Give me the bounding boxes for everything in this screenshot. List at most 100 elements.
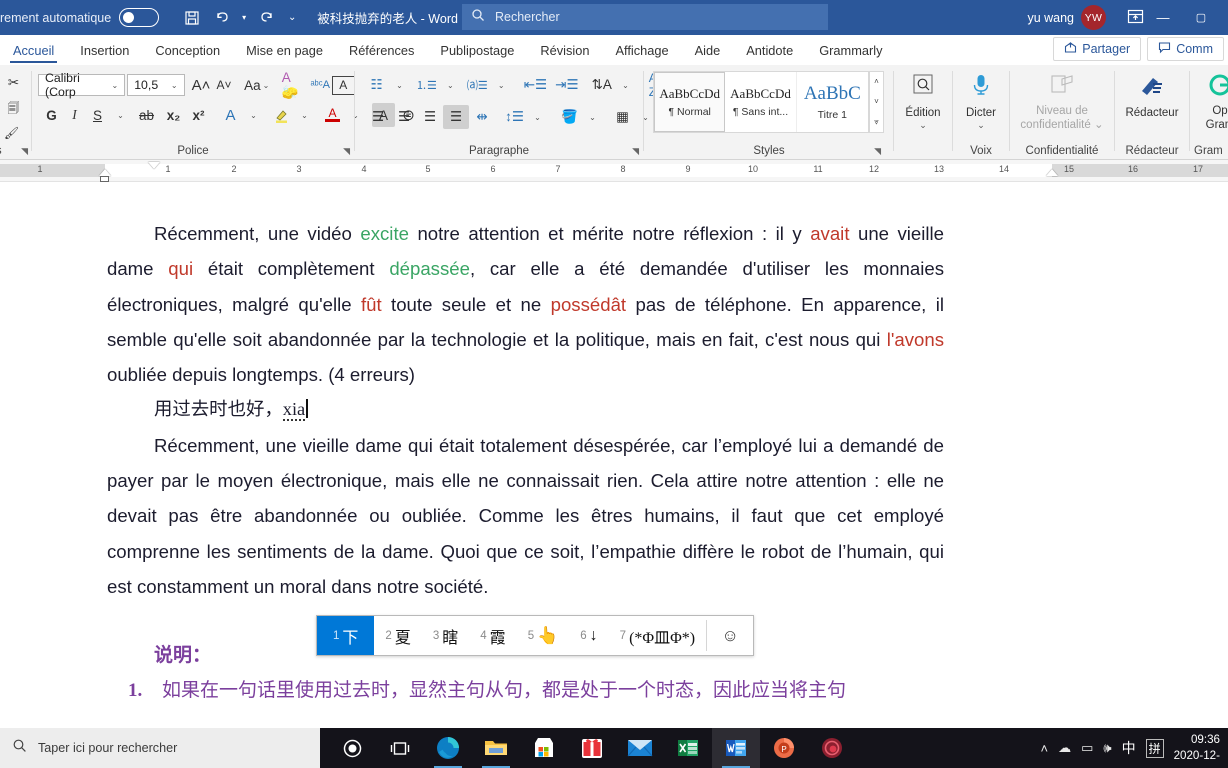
scroll-up-icon[interactable]: ˄	[874, 77, 879, 86]
copy-icon[interactable]: 🗐	[2, 97, 25, 121]
more-styles-icon[interactable]: ⩔	[874, 117, 879, 127]
increase-indent-icon[interactable]: ⇥☰	[553, 73, 580, 97]
text-effects-chevron-down-icon[interactable]: ⌄	[242, 103, 265, 127]
task-view-icon[interactable]	[376, 728, 424, 768]
ime-candidate-2[interactable]: 2 夏	[374, 616, 421, 655]
bold-button[interactable]: G	[40, 103, 63, 127]
dictate-button[interactable]: Dicter ⌄	[953, 73, 1009, 132]
paragraph-french-2[interactable]: Récemment, une vieille dame qui était to…	[0, 428, 1052, 604]
numbered-list-icon[interactable]: ⒈☰	[414, 73, 439, 97]
multilevel-list-icon[interactable]: ⒜☰	[465, 73, 490, 97]
tab-conception[interactable]: Conception	[142, 35, 233, 65]
phonetic-guide-icon[interactable]: ᵃᵇᶜA	[309, 73, 332, 97]
superscript-button[interactable]: x²	[187, 103, 210, 127]
paragraph-dialog-launcher[interactable]: ◥	[632, 146, 639, 157]
ruler[interactable]: 1 1 2 3 4 5 6 7 8 9 10 11 12 13 14 15 16…	[0, 160, 1228, 182]
clipboard-dialog-launcher[interactable]: ◥	[21, 146, 28, 157]
tab-insertion[interactable]: Insertion	[67, 35, 142, 65]
paragraph-chinese-input[interactable]: 用过去时也好，xia	[0, 392, 1052, 427]
tab-revision[interactable]: Révision	[527, 35, 602, 65]
tab-mise-en-page[interactable]: Mise en page	[233, 35, 336, 65]
style-titre-1[interactable]: AaBbC Titre 1	[797, 72, 868, 132]
save-icon[interactable]	[177, 5, 207, 31]
tab-references[interactable]: Références	[336, 35, 427, 65]
change-case-button[interactable]: Aa ⌄	[243, 73, 273, 97]
font-family-combobox[interactable]: Calibri (Corp ⌄	[38, 71, 126, 99]
undo-chevron-down-icon[interactable]: ▾	[237, 5, 251, 31]
subscript-button[interactable]: x₂	[162, 103, 185, 127]
shading-chevron-down-icon[interactable]: ⌄	[581, 105, 604, 129]
paragraph-french-1[interactable]: Récemment, une vidéo excite notre attent…	[0, 216, 1052, 392]
right-indent-marker[interactable]	[1046, 169, 1058, 176]
highlight-icon[interactable]	[270, 103, 293, 127]
underline-chevron-down-icon[interactable]: ⌄	[109, 103, 132, 127]
bullet-list-icon[interactable]: ☷	[365, 73, 388, 97]
scroll-down-icon[interactable]: ˅	[874, 97, 879, 106]
line-spacing-chevron-down-icon[interactable]: ⌄	[526, 105, 549, 129]
tab-accueil[interactable]: Accueil	[0, 35, 67, 65]
list-item[interactable]: 1. 如果在一句话里使用过去时，显然主句从句，都是处于一个时态，因此应当将主句	[0, 673, 1052, 708]
numbering-chevron-down-icon[interactable]: ⌄	[439, 73, 462, 97]
ime-method-indicator[interactable]: 拼	[1145, 738, 1164, 758]
shading-icon[interactable]: 🪣	[558, 105, 581, 129]
avatar[interactable]: YW	[1081, 5, 1106, 30]
document-area[interactable]: Récemment, une vidéo excite notre attent…	[0, 182, 1228, 728]
mail-icon[interactable]	[616, 728, 664, 768]
share-button[interactable]: Partager	[1053, 37, 1142, 61]
volume-icon[interactable]: 🕪	[1103, 740, 1111, 756]
strikethrough-button[interactable]: ab	[135, 103, 158, 127]
font-dialog-launcher[interactable]: ◥	[343, 146, 350, 157]
record-icon[interactable]	[808, 728, 856, 768]
editing-button[interactable]: Édition ⌄	[894, 73, 952, 132]
line-spacing-icon[interactable]: ↕☰	[503, 105, 526, 129]
show-hidden-icons-icon[interactable]: ˄	[1040, 741, 1048, 756]
style-sans-interligne[interactable]: AaBbCcDd ¶ Sans int...	[725, 72, 797, 132]
justify-icon[interactable]: ☰	[443, 105, 469, 129]
undo-icon[interactable]	[207, 5, 237, 31]
autosave-toggle[interactable]	[119, 8, 160, 27]
onedrive-icon[interactable]: ☁	[1058, 740, 1071, 756]
style-normal[interactable]: AaBbCcDd ¶ Normal	[654, 72, 726, 132]
cut-icon[interactable]: ✂	[2, 71, 25, 95]
powerpoint-icon[interactable]: P	[760, 728, 808, 768]
clock[interactable]: 09:36 2020-12-	[1174, 732, 1220, 763]
ribbon-display-options-icon[interactable]	[1127, 8, 1144, 30]
styles-dialog-launcher[interactable]: ◥	[874, 146, 881, 157]
ime-candidate-5[interactable]: 5 👆	[517, 616, 570, 655]
customize-quick-access-chevron-down-icon[interactable]: ⌄	[281, 5, 303, 31]
cortana-icon[interactable]	[328, 728, 376, 768]
minimize-button[interactable]: —	[1144, 0, 1182, 35]
ime-candidate-window[interactable]: 1 下 2 夏 3 瞎 4 霞 5 👆 6 ↓ 7 (*Φ皿Φ*) ☺	[316, 615, 755, 656]
format-painter-icon[interactable]: 🖌	[0, 121, 23, 145]
redo-icon[interactable]	[251, 5, 281, 31]
microsoft-store-icon[interactable]	[520, 728, 568, 768]
comments-button[interactable]: Comm	[1147, 37, 1224, 61]
account-area[interactable]: yu wang YW	[1027, 5, 1106, 30]
hanging-indent-marker[interactable]	[99, 169, 111, 176]
italic-button[interactable]: I	[63, 103, 86, 127]
tab-grammarly[interactable]: Grammarly	[806, 35, 895, 65]
align-left-icon[interactable]: ☰	[365, 105, 391, 129]
edge-icon[interactable]	[424, 728, 472, 768]
excel-icon[interactable]	[664, 728, 712, 768]
first-line-indent-marker[interactable]	[148, 162, 160, 169]
word-icon[interactable]	[712, 728, 760, 768]
battery-icon[interactable]: ▭	[1081, 740, 1093, 756]
align-right-icon[interactable]: ☰	[417, 105, 443, 129]
ime-candidate-3[interactable]: 3 瞎	[422, 616, 469, 655]
font-size-combobox[interactable]: 10,5 ⌄	[127, 74, 185, 96]
smiley-icon[interactable]: ☺	[707, 616, 753, 655]
ime-candidate-7[interactable]: 7 (*Φ皿Φ*)	[609, 616, 706, 655]
ime-candidate-1[interactable]: 1 下	[317, 616, 375, 655]
decrease-font-size-icon[interactable]: A˅	[213, 73, 236, 97]
tab-publipostage[interactable]: Publipostage	[427, 35, 527, 65]
character-border-icon[interactable]: A	[331, 75, 355, 95]
font-color-icon[interactable]: A	[321, 103, 344, 127]
text-effects-icon[interactable]: A	[219, 103, 242, 127]
ime-candidate-6[interactable]: 6 ↓	[569, 616, 608, 655]
increase-font-size-icon[interactable]: A˄	[190, 73, 213, 97]
clear-formatting-icon[interactable]: A🧽	[280, 70, 309, 100]
taskbar-search-box[interactable]: Taper ici pour rechercher	[0, 728, 320, 768]
tab-antidote[interactable]: Antidote	[733, 35, 806, 65]
editor-button[interactable]: Rédacteur	[1115, 73, 1189, 120]
